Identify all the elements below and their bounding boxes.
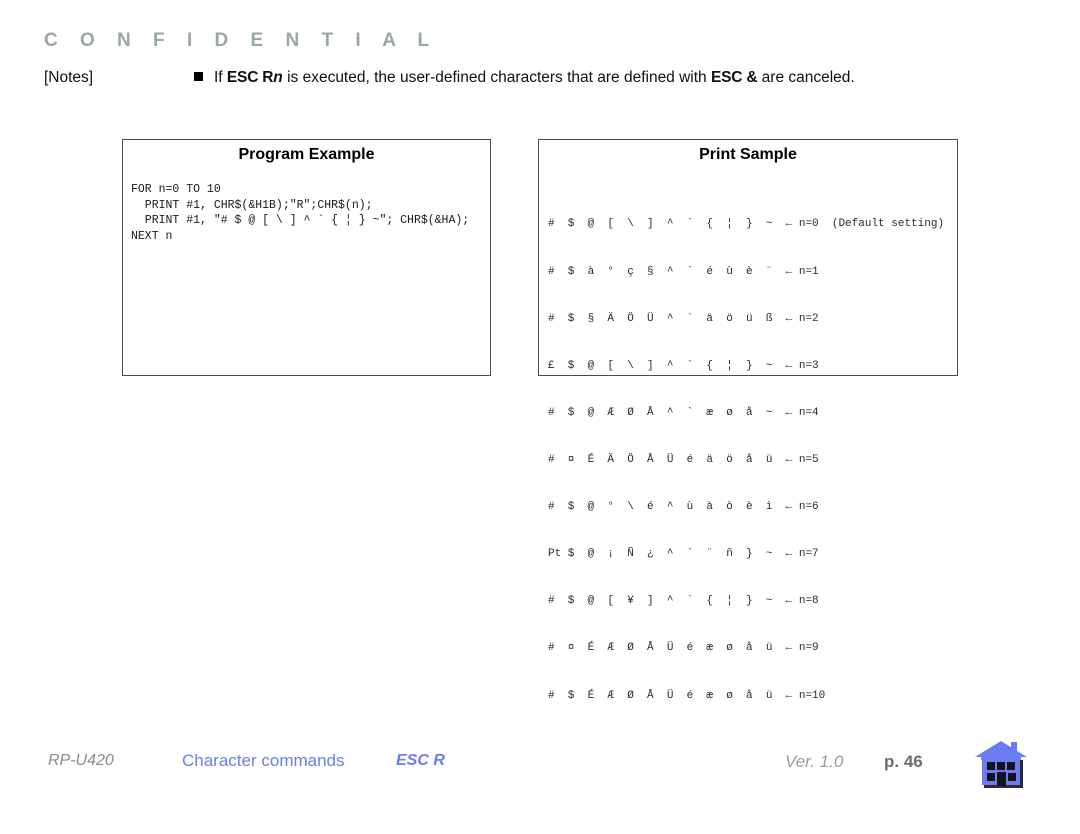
print-sample-line: # ¤ É Æ Ø Å Ü é æ ø å ü ← n=9 bbox=[548, 642, 819, 655]
notes-text: If ESC Rn is executed, the user-defined … bbox=[214, 69, 855, 86]
footer-section-link[interactable]: Character commands bbox=[182, 751, 345, 771]
notes-text-part3: are canceled. bbox=[757, 69, 855, 86]
page-footer: RP-U420 Character commands ESC R Ver. 1.… bbox=[0, 742, 1080, 802]
notes-command-esc-r: ESC R bbox=[226, 69, 274, 86]
print-sample-line: # $ @ [ \ ] ^ ` { ¦ } ~ ← n=0 (Default s… bbox=[548, 218, 945, 231]
print-sample-line: # $ à ° ç § ^ ` é ù è ¨ ← n=1 bbox=[548, 265, 819, 278]
print-sample-line: Pt $ @ ¡ Ñ ¿ ^ ` ¨ ñ } ~ ← n=7 bbox=[548, 548, 819, 561]
program-example-panel: Program Example FOR n=0 TO 10 PRINT #1, … bbox=[122, 139, 491, 376]
print-sample-line: # $ É Æ Ø Å Ü é æ ø å ü ← n=10 bbox=[548, 689, 826, 702]
print-sample-panel: Print Sample # $ @ [ \ ] ^ ` { ¦ } ~ ← n… bbox=[538, 139, 958, 702]
print-sample-output: # $ @ [ \ ] ^ ` { ¦ } ~ ← n=0 (Default s… bbox=[548, 186, 957, 736]
print-sample-line: £ $ @ [ \ ] ^ ` { ¦ } ~ ← n=3 bbox=[548, 359, 819, 372]
print-sample-line: # $ @ ° \ é ^ ù à ò è ì ← n=6 bbox=[548, 501, 819, 514]
home-icon bbox=[975, 741, 1027, 788]
notes-text-part2: is executed, the user-defined characters… bbox=[282, 69, 711, 86]
program-example-title: Program Example bbox=[238, 146, 375, 163]
print-sample-line: # ¤ É Ä Ö Å Ü é ä ö å ü ← n=5 bbox=[548, 453, 819, 466]
confidential-watermark: C O N F I D E N T I A L bbox=[44, 30, 438, 51]
notes-label: [Notes] bbox=[44, 69, 94, 86]
notes-command-esc-amp: ESC & bbox=[710, 69, 758, 86]
print-sample-line: # $ § Ä Ö Ü ^ ` ä ö ü ß ← n=2 bbox=[548, 312, 819, 325]
program-example-code: FOR n=0 TO 10 PRINT #1, CHR$(&H1B);"R";C… bbox=[131, 183, 470, 243]
filled-square-bullet-icon bbox=[194, 72, 203, 81]
notes-row: [Notes] If ESC Rn is executed, the user-d… bbox=[44, 69, 1044, 87]
footer-command-link[interactable]: ESC R bbox=[396, 752, 445, 770]
print-sample-line: # $ @ [ ¥ ] ^ ` { ¦ } ~ ← n=8 bbox=[548, 595, 819, 608]
footer-version: Ver. 1.0 bbox=[785, 752, 844, 771]
notes-command-param-n: n bbox=[273, 69, 283, 86]
notes-text-part1: If bbox=[214, 69, 227, 86]
home-button[interactable] bbox=[973, 740, 1029, 790]
print-sample-title: Print Sample bbox=[699, 146, 797, 163]
print-sample-line: # $ @ Æ Ø Å ^ ` æ ø å ~ ← n=4 bbox=[548, 406, 819, 419]
footer-page-number: p. 46 bbox=[884, 752, 923, 771]
footer-model-name: RP-U420 bbox=[48, 752, 114, 769]
